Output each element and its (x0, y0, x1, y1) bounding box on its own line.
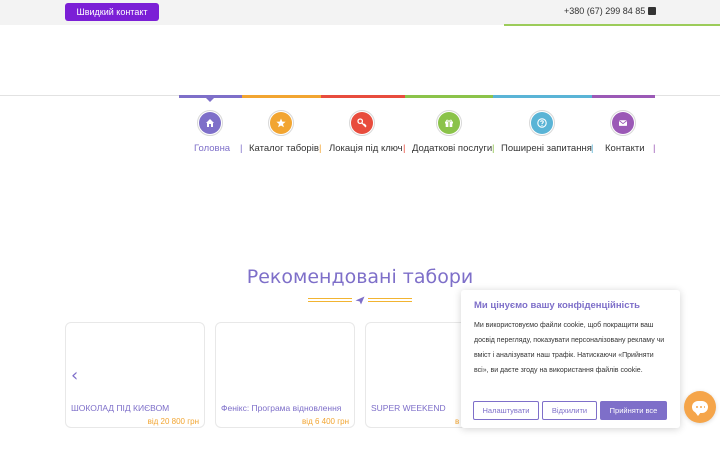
camp-title[interactable]: SUPER WEEKEND (371, 403, 446, 413)
menu-separator: | (240, 143, 243, 154)
menu-icon-ring (436, 110, 462, 136)
menu-label-catalog[interactable]: Каталог таборів (249, 143, 319, 154)
topbar-accent-line (504, 24, 720, 26)
menu-separator: | (492, 143, 495, 154)
cookie-accept-button[interactable]: Прийняти все (600, 401, 667, 420)
menu-strip-2 (242, 95, 321, 98)
menu-separator: | (591, 143, 594, 154)
paper-plane-icon (355, 296, 365, 305)
camp-price: в (455, 417, 460, 426)
phone-link[interactable]: +380 (67) 299 84 85 (564, 6, 657, 16)
envelope-icon (612, 112, 634, 134)
question-icon (531, 112, 553, 134)
menu-item-faq[interactable] (529, 110, 555, 136)
camp-price: від 20 800 грн (147, 417, 199, 426)
deco-line-right (368, 298, 412, 299)
cookie-text: Ми використовуємо файли cookie, щоб покр… (474, 322, 665, 374)
menu-label-home[interactable]: Головна (194, 143, 230, 154)
deco-line-left (308, 301, 352, 302)
menu-icon-ring (197, 110, 223, 136)
carousel-prev-arrow-icon[interactable]: ‹ (71, 367, 78, 385)
menu-item-home[interactable] (197, 110, 223, 136)
menu-icon-ring (268, 110, 294, 136)
menu-strip-4 (405, 95, 493, 98)
menu-separator: | (653, 143, 656, 154)
menu-label-faq[interactable]: Поширені запитання (501, 143, 592, 154)
deco-line-left (308, 298, 352, 299)
camp-price: від 6 400 грн (302, 417, 349, 426)
camp-card-1[interactable]: ШОКОЛАД ПІД КИЄВОМ від 20 800 грн (65, 322, 205, 428)
menu-icon-ring (610, 110, 636, 136)
cookie-title: Ми цінуємо вашу конфіденційність (474, 300, 640, 311)
menu-separator: | (403, 143, 406, 154)
phone-number[interactable]: +380 (67) 299 84 85 (564, 6, 645, 16)
chat-button[interactable] (684, 391, 716, 423)
menu-item-contacts[interactable] (610, 110, 636, 136)
key-icon (351, 112, 373, 134)
menu-icon-ring (349, 110, 375, 136)
menu-separator: | (319, 143, 322, 154)
menu-strip-5 (493, 95, 592, 98)
menu-strip-3 (321, 95, 405, 98)
page: Швидкий контакт +380 (67) 299 84 85 Голо… (0, 0, 720, 450)
home-icon (199, 112, 221, 134)
deco-line-right (368, 301, 412, 302)
menu-strip-6 (592, 95, 655, 98)
menu-icon-ring (529, 110, 555, 136)
menu-label-contacts[interactable]: Контакти (605, 143, 645, 154)
camp-card-2[interactable]: Фенікс: Програма відновлення від 6 400 г… (215, 322, 355, 428)
title-decoration (308, 296, 412, 305)
gift-icon (438, 112, 460, 134)
chat-dots (695, 406, 705, 408)
cookie-consent-banner: Ми цінуємо вашу конфіденційність Ми вико… (461, 290, 680, 428)
phone-icon (648, 7, 657, 15)
chat-icon (692, 401, 708, 416)
camp-title[interactable]: Фенікс: Програма відновлення (221, 403, 341, 413)
active-menu-notch (206, 98, 214, 102)
star-icon (270, 112, 292, 134)
quick-contact-button[interactable]: Швидкий контакт (65, 3, 159, 21)
section-title: Рекомендовані табори (246, 266, 474, 288)
menu-label-services[interactable]: Додаткові послуги (412, 143, 492, 154)
menu-item-location[interactable] (349, 110, 375, 136)
camp-title[interactable]: ШОКОЛАД ПІД КИЄВОМ (71, 403, 169, 413)
cookie-reject-button[interactable]: Відхилити (542, 401, 597, 420)
menu-item-catalog[interactable] (268, 110, 294, 136)
menu-label-location[interactable]: Локація під ключ (329, 143, 403, 154)
cookie-customize-button[interactable]: Налаштувати (473, 401, 539, 420)
menu-item-services[interactable] (436, 110, 462, 136)
top-bar: Швидкий контакт +380 (67) 299 84 85 (0, 0, 720, 26)
